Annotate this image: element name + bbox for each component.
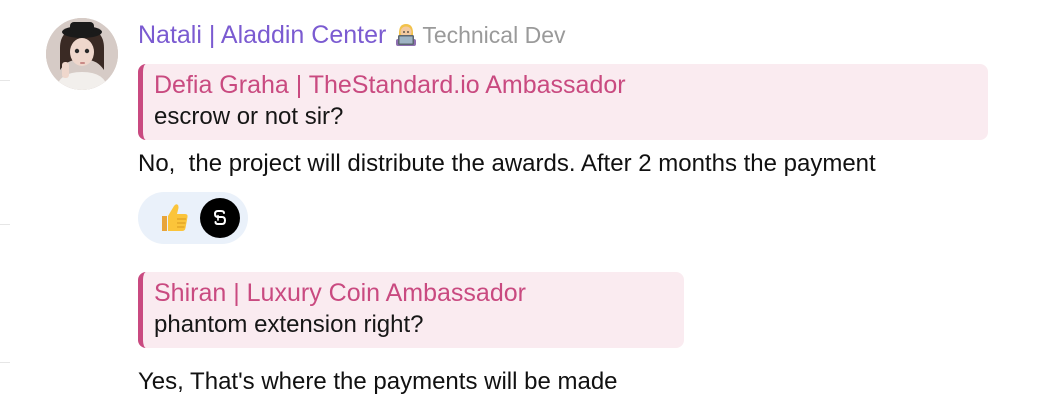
reaction-pill[interactable] <box>138 192 248 244</box>
sender-name[interactable]: Natali | Aladdin Center <box>138 21 386 50</box>
message-header: Natali | Aladdin Center Technical Dev <box>138 18 566 52</box>
edge-separator <box>0 362 10 363</box>
avatar-image <box>46 18 118 90</box>
reactor-avatar[interactable] <box>200 198 240 238</box>
edge-separator <box>0 80 10 81</box>
quoted-message[interactable]: Defia Graha | TheStandard.io Ambassador … <box>138 64 988 140</box>
quoted-author: Defia Graha | TheStandard.io Ambassador <box>154 71 626 99</box>
sender-avatar[interactable] <box>46 18 118 90</box>
thumbs-up-icon <box>154 198 194 238</box>
edge-separator <box>0 224 10 225</box>
quoted-text: phantom extension right? <box>154 311 424 338</box>
message-text: No, the project will distribute the awar… <box>138 150 876 177</box>
quoted-text: escrow or not sir? <box>154 103 344 130</box>
quoted-message[interactable]: Shiran | Luxury Coin Ambassador phantom … <box>138 272 684 348</box>
sender-role: Technical Dev <box>422 21 566 48</box>
woman-technologist-icon <box>392 21 420 49</box>
quoted-author: Shiran | Luxury Coin Ambassador <box>154 279 526 307</box>
message-text: Yes, That's where the payments will be m… <box>138 368 618 395</box>
